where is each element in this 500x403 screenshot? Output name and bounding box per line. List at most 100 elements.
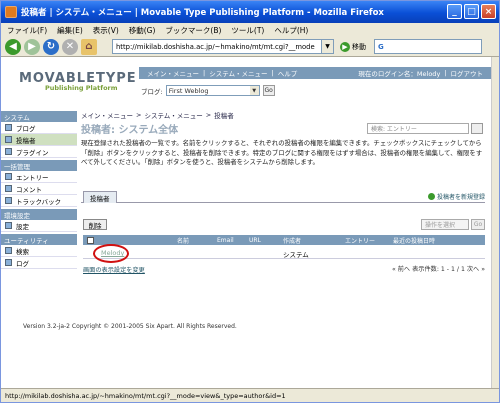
nav-help[interactable]: ヘルプ <box>278 68 298 78</box>
menu-bar: ファイル(F) 編集(E) 表示(V) 移動(G) ブックマーク(B) ツール(… <box>1 23 499 37</box>
mt-header: MOVABLETYPE Publishing Platform メイン・メニュー… <box>1 57 491 97</box>
blog-go-button[interactable]: Go <box>262 85 275 96</box>
sidebar-section-system: システム <box>1 111 77 122</box>
highlight-circle <box>93 244 129 263</box>
home-icon[interactable]: ⌂ <box>81 38 97 55</box>
status-bar: http://mikilab.doshisha.ac.jp/~hmakino/m… <box>1 388 499 402</box>
pager-prev[interactable]: « 前へ <box>392 266 410 273</box>
author-creator: システム <box>283 251 309 259</box>
title-bar: 投稿者 | システム・メニュー | Movable Type Publishin… <box>1 1 499 23</box>
login-status: 現在のログイン名：Melody <box>358 70 441 78</box>
sidebar-item-config[interactable]: 設定 <box>1 220 77 232</box>
window-title: 投稿者 | システム・メニュー | Movable Type Publishin… <box>21 8 384 18</box>
go-arrow-icon: ▶ <box>340 41 350 52</box>
pager: « 前へ 表示件数: 1 - 1 / 1 次へ » <box>392 264 485 273</box>
search-box[interactable]: G <box>374 39 482 54</box>
tab-bar: 投稿者 投稿者を新規登録 <box>81 191 485 203</box>
maximize-button[interactable]: □ <box>464 4 479 19</box>
sidebar-item-search[interactable]: 検索 <box>1 245 77 257</box>
go-button[interactable]: ▶ 移動 <box>340 41 366 52</box>
breadcrumb-main[interactable]: メイン・メニュー <box>81 110 133 120</box>
trackback-icon <box>5 197 12 204</box>
chevron-down-icon: ▼ <box>249 86 259 95</box>
settings-icon <box>5 222 12 229</box>
url-text: http://mikilab.doshisha.ac.jp/~hmakino/m… <box>116 42 315 51</box>
menu-view[interactable]: 表示(V) <box>93 25 119 36</box>
sidebar-item-comments[interactable]: コメント <box>1 183 77 195</box>
new-author-link[interactable]: 投稿者を新規登録 <box>427 192 485 201</box>
sidebar-item-log[interactable]: ログ <box>1 257 77 269</box>
log-icon <box>5 259 12 266</box>
pager-info: 表示件数: 1 - 1 / 1 <box>412 266 465 273</box>
col-creator: 作成者 <box>283 237 302 245</box>
tab-authors[interactable]: 投稿者 <box>83 191 117 203</box>
stop-icon[interactable]: ✕ <box>62 38 78 55</box>
col-email: Email <box>217 236 234 244</box>
nav-main-menu[interactable]: メイン・メニュー <box>147 68 199 78</box>
table-footer: 画面の表示設定を変更 « 前へ 表示件数: 1 - 1 / 1 次へ » <box>83 264 485 274</box>
vertical-scrollbar[interactable] <box>491 57 499 388</box>
breadcrumb: メイン・メニュー > システム・メニュー > 投稿者 <box>81 110 234 120</box>
blog-select[interactable]: First Weblog ▼ <box>165 85 260 96</box>
action-select[interactable]: 操作を選択 <box>421 219 469 230</box>
page-description: 現在登録された投稿者の一覧です。名前をクリックすると、それぞれの投稿者の権限を編… <box>81 139 483 166</box>
menu-tools[interactable]: ツール(T) <box>231 25 264 36</box>
nav-system-menu[interactable]: システム・メニュー <box>209 68 267 78</box>
page-content: MOVABLETYPE Publishing Platform メイン・メニュー… <box>1 57 491 388</box>
url-dropdown-icon[interactable]: ▼ <box>322 39 334 54</box>
sidebar-section-settings: 環境設定 <box>1 209 77 220</box>
menu-help[interactable]: ヘルプ(H) <box>274 25 308 36</box>
reload-icon[interactable]: ↻ <box>43 38 59 55</box>
sidebar: システム ブログ 投稿者 プラグイン 一括管理 エントリー コメント トラックバ… <box>1 109 77 269</box>
table-row: Melody システム <box>83 248 485 259</box>
sidebar-item-authors[interactable]: 投稿者 <box>1 134 77 146</box>
entry-icon <box>5 173 12 180</box>
menu-file[interactable]: ファイル(F) <box>7 25 47 36</box>
menu-bookmarks[interactable]: ブックマーク(B) <box>165 25 221 36</box>
sidebar-item-blogs[interactable]: ブログ <box>1 122 77 134</box>
logout-link[interactable]: ログアウト <box>451 68 484 78</box>
url-bar[interactable]: http://mikilab.doshisha.ac.jp/~hmakino/m… <box>112 39 322 54</box>
pager-next[interactable]: 次へ » <box>467 266 485 273</box>
entry-search-input[interactable]: 検索: エントリー <box>367 123 469 134</box>
plugin-icon <box>5 148 12 155</box>
menu-go[interactable]: 移動(G) <box>129 25 156 36</box>
version-footer: Version 3.2-ja-2 Copyright © 2001-2005 S… <box>23 323 237 330</box>
menu-edit[interactable]: 編集(E) <box>57 25 83 36</box>
col-url: URL <box>249 236 261 244</box>
forward-arrow-icon[interactable]: ▶ <box>24 38 40 55</box>
sidebar-item-trackbacks[interactable]: トラックバック <box>1 195 77 207</box>
blog-selector: ブログ: First Weblog ▼ Go <box>141 85 275 96</box>
movabletype-logo: MOVABLETYPE Publishing Platform <box>19 71 137 92</box>
sidebar-item-plugins[interactable]: プラグイン <box>1 146 77 158</box>
comment-icon <box>5 185 12 192</box>
select-all-checkbox[interactable] <box>87 236 94 244</box>
navigation-toolbar: ◀ ▶ ↻ ✕ ⌂ http://mikilab.doshisha.ac.jp/… <box>1 37 499 57</box>
firefox-icon <box>5 6 17 18</box>
breadcrumb-current: 投稿者 <box>214 111 234 120</box>
sidebar-section-utility: ユーティリティ <box>1 234 77 245</box>
delete-button[interactable]: 削除 <box>83 219 107 230</box>
mt-top-nav: メイン・メニュー | システム・メニュー | ヘルプ 現在のログイン名：Melody… <box>139 67 491 79</box>
col-entries: エントリー <box>345 237 376 245</box>
col-name: 名前 <box>177 237 190 245</box>
add-icon <box>427 193 435 200</box>
display-settings-link[interactable]: 画面の表示設定を変更 <box>83 265 145 274</box>
google-icon: G <box>378 42 384 51</box>
close-button[interactable]: × <box>481 4 496 19</box>
blog-icon <box>5 124 12 131</box>
action-go-button[interactable]: Go <box>471 219 485 230</box>
page-title: 投稿者: システム全体 <box>81 125 179 136</box>
search-icon <box>5 247 12 254</box>
sidebar-section-bulk: 一括管理 <box>1 160 77 171</box>
main-area: メイン・メニュー > システム・メニュー > 投稿者 投稿者: システム全体 検索:… <box>81 109 491 274</box>
col-last-post: 最近の投稿日時 <box>393 237 436 245</box>
sidebar-item-entries[interactable]: エントリー <box>1 171 77 183</box>
entry-search-button[interactable] <box>471 123 483 134</box>
browser-window: 投稿者 | システム・メニュー | Movable Type Publishin… <box>0 0 500 403</box>
back-arrow-icon[interactable]: ◀ <box>5 38 21 55</box>
author-icon <box>5 136 12 143</box>
breadcrumb-system[interactable]: システム・メニュー <box>144 110 202 120</box>
minimize-button[interactable]: _ <box>447 4 462 19</box>
table-header: 名前 Email URL 作成者 エントリー 最近の投稿日時 <box>83 235 485 245</box>
